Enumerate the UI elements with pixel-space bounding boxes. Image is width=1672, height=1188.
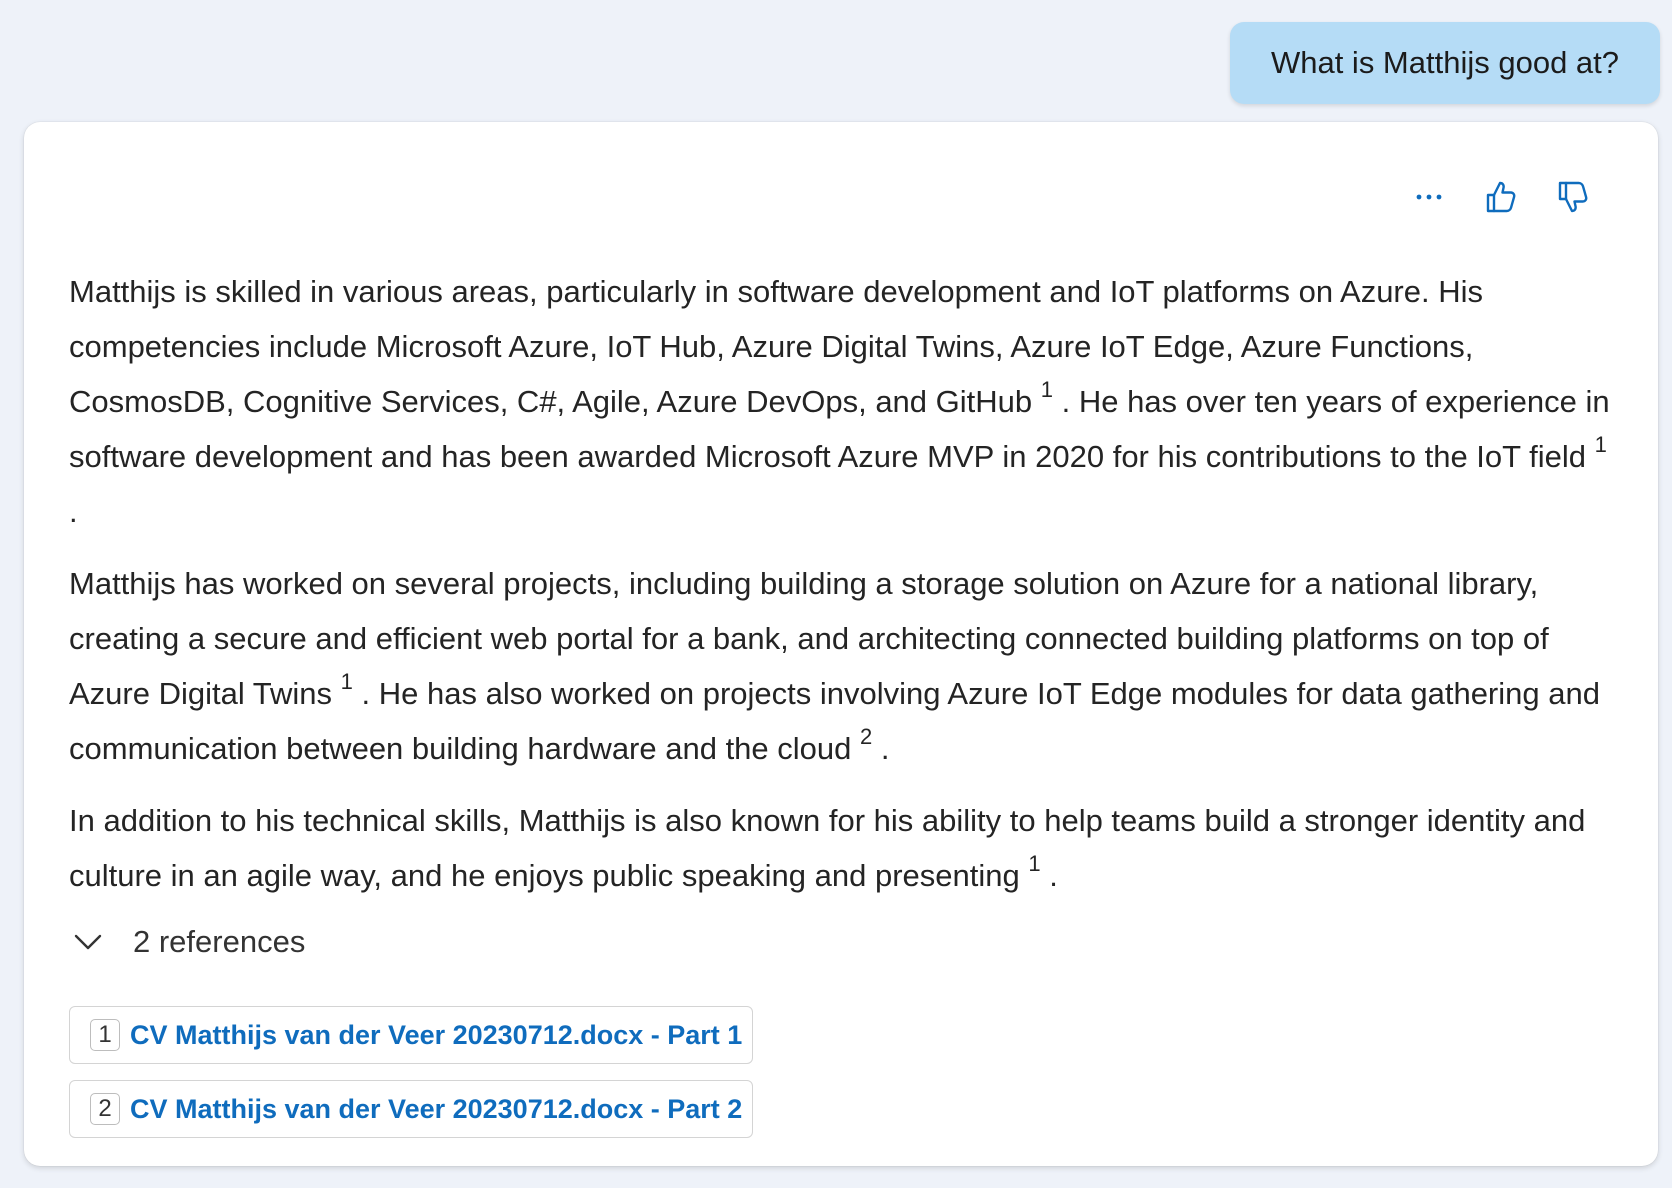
reference-link[interactable]: CV Matthijs van der Veer 20230712.docx -… — [130, 1094, 742, 1125]
chat-page: What is Matthijs good at? Matthijs is sk… — [0, 0, 1672, 1188]
response-paragraph-2: Matthijs has worked on several projects,… — [69, 556, 1624, 776]
reference-link[interactable]: CV Matthijs van der Veer 20230712.docx -… — [130, 1020, 742, 1051]
thumbs-up-button[interactable] — [1480, 176, 1522, 218]
reference-number: 2 — [90, 1093, 120, 1125]
thumbs-down-button[interactable] — [1552, 176, 1594, 218]
assistant-response-card: Matthijs is skilled in various areas, pa… — [24, 122, 1658, 1166]
citation-marker[interactable]: 1 — [1595, 432, 1607, 457]
paragraph-text: . — [69, 494, 78, 529]
thumbs-up-icon — [1486, 181, 1516, 213]
more-horizontal-icon — [1416, 194, 1442, 200]
references-list: 1 CV Matthijs van der Veer 20230712.docx… — [69, 1006, 1624, 1154]
response-paragraph-1: Matthijs is skilled in various areas, pa… — [69, 264, 1624, 539]
citation-marker[interactable]: 1 — [1041, 377, 1053, 402]
reference-item-2[interactable]: 2 CV Matthijs van der Veer 20230712.docx… — [69, 1080, 754, 1138]
paragraph-text: . — [872, 731, 890, 766]
reference-number: 1 — [90, 1019, 120, 1051]
response-body: Matthijs is skilled in various areas, pa… — [69, 264, 1624, 1154]
more-options-button[interactable] — [1408, 176, 1450, 218]
citation-marker[interactable]: 2 — [860, 724, 872, 749]
response-actions — [1408, 176, 1594, 218]
paragraph-text: . — [1040, 858, 1058, 893]
references-toggle-label: 2 references — [133, 924, 306, 959]
response-paragraph-3: In addition to his technical skills, Mat… — [69, 793, 1624, 903]
references-toggle[interactable]: 2 references — [69, 920, 1624, 964]
paragraph-text: In addition to his technical skills, Mat… — [69, 803, 1586, 893]
thumbs-down-icon — [1558, 181, 1588, 213]
reference-item-1[interactable]: 1 CV Matthijs van der Veer 20230712.docx… — [69, 1006, 754, 1064]
user-message-text: What is Matthijs good at? — [1270, 45, 1620, 80]
citation-marker[interactable]: 1 — [341, 669, 353, 694]
citation-marker[interactable]: 1 — [1028, 851, 1040, 876]
user-message-bubble: What is Matthijs good at? — [1230, 22, 1660, 104]
chevron-down-icon — [73, 933, 113, 951]
